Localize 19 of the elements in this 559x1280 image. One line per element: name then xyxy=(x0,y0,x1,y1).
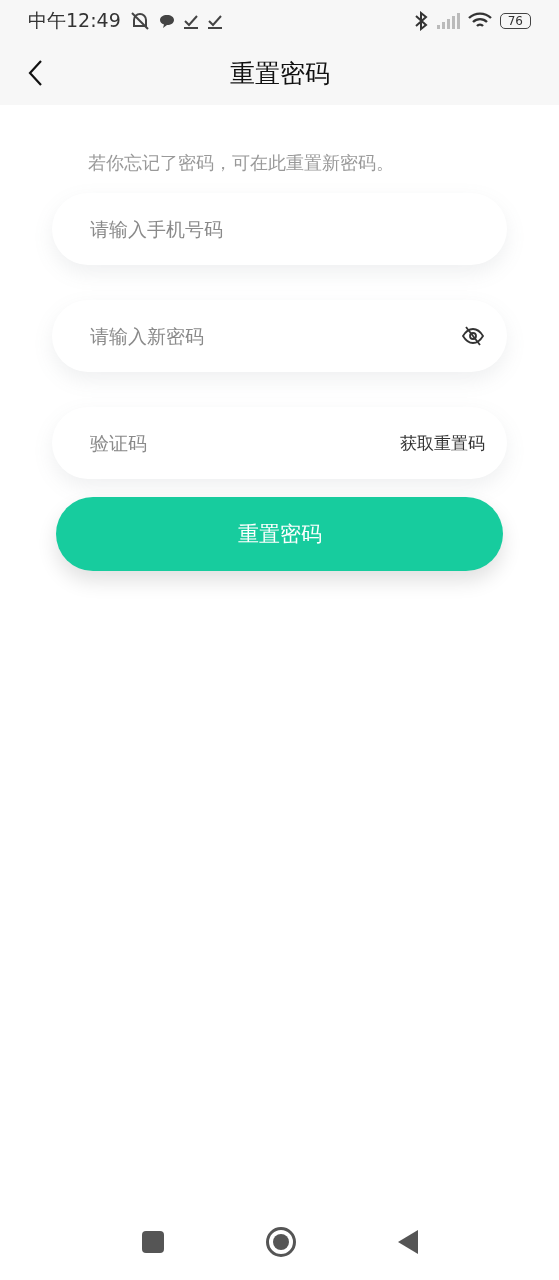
chat-bubble-icon xyxy=(158,13,175,29)
download-done-icon xyxy=(182,13,199,29)
back-triangle-icon[interactable] xyxy=(396,1229,419,1255)
eye-hidden-icon[interactable] xyxy=(461,325,485,347)
hint-text: 若你忘记了密码，可在此重置新密码。 xyxy=(88,151,395,175)
code-input[interactable]: 验证码 xyxy=(88,431,400,455)
phone-input[interactable]: 请输入手机号码 xyxy=(88,217,485,241)
password-input[interactable]: 请输入新密码 xyxy=(88,324,461,348)
status-time: 中午12:49 xyxy=(28,8,121,33)
get-code-button[interactable]: 获取重置码 xyxy=(400,431,485,455)
battery-level: 76 xyxy=(499,13,531,29)
home-circle-icon[interactable] xyxy=(264,1226,297,1258)
back-chevron-icon[interactable] xyxy=(27,59,43,87)
recents-square-icon[interactable] xyxy=(140,1230,165,1254)
signal-icon xyxy=(435,13,460,29)
bell-off-icon xyxy=(128,11,151,31)
download-done-icon xyxy=(206,13,223,29)
page-title: 重置密码 xyxy=(229,58,330,90)
bluetooth-icon xyxy=(413,11,428,31)
